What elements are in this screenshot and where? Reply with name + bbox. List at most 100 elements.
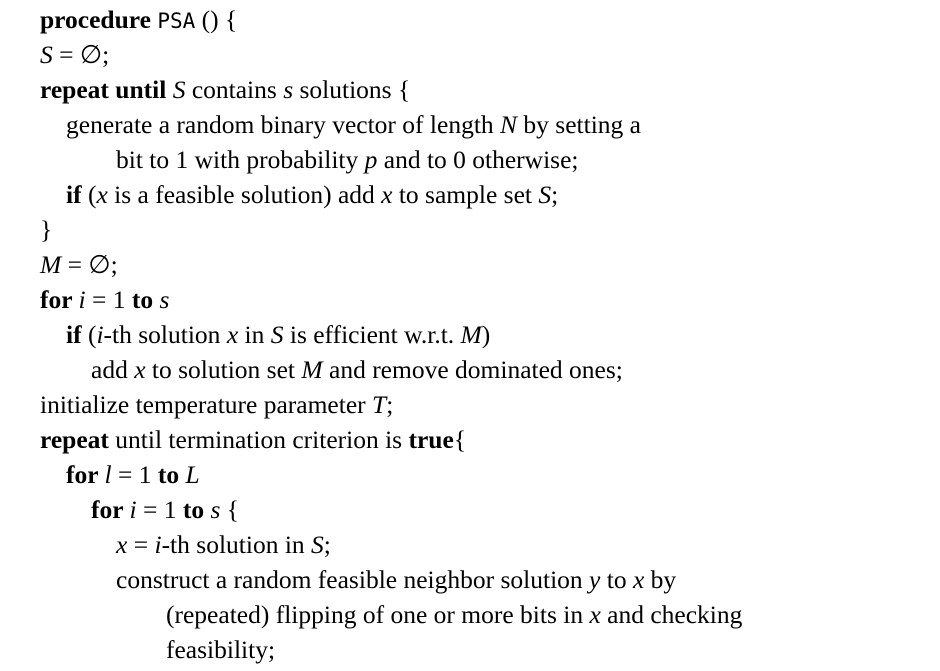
code-text: contains [185,75,284,104]
code-line: repeat until S contains s solutions { [40,73,410,107]
code-line: construct a random feasible neighbor sol… [116,563,676,597]
code-text: -th solution in [161,530,312,559]
code-text: construct a random feasible neighbor sol… [116,565,590,594]
math-variable: S [40,40,53,69]
code-line: for l = 1 to L [66,458,200,492]
code-text: generate a random binary vector of lengt… [66,110,501,139]
math-variable: x [134,355,146,384]
code-text: } [40,215,53,244]
math-variable: S [172,75,186,104]
math-variable: i [154,530,162,559]
code-text: by setting a [517,110,641,139]
math-variable: x [116,530,128,559]
code-text: = [127,530,155,559]
code-text: ) [481,320,491,349]
math-variable: T [372,390,387,419]
code-text: until termination criterion is [108,425,409,454]
math-variable: x [96,180,108,209]
code-text: -th solution [103,320,227,349]
code-line: if (x is a feasible solution) add x to s… [66,178,558,212]
math-variable: p [364,145,378,174]
math-variable: M [460,320,482,349]
code-text: ; [551,180,559,209]
code-text: to sample set [392,180,539,209]
code-line: x = i-th solution in S; [116,528,331,562]
math-variable: s [283,75,294,104]
math-variable: x [381,180,393,209]
code-line: initialize temperature parameter T; [40,388,393,422]
code-text: is a feasible solution) add [107,180,382,209]
keyword: to [157,460,186,489]
code-text: = ∅; [61,250,118,279]
code-line: for i = 1 to s { [91,493,239,527]
math-variable: L [185,460,200,489]
code-text: add [91,355,135,384]
code-text: ( [81,180,97,209]
code-line: feasibility; [166,633,275,667]
math-variable: N [500,110,518,139]
keyword: if [66,180,82,209]
keyword: for [40,285,79,314]
code-text: ; [323,530,331,559]
code-text: feasibility; [166,635,276,664]
pseudocode-listing: procedure PSA () {S = ∅; repeat until S c… [0,0,940,671]
math-variable: y [589,565,601,594]
code-line: } [40,213,52,247]
keyword: repeat until [40,75,173,104]
code-text: { [220,495,240,524]
code-line: for i = 1 to s [40,283,169,317]
math-variable: x [632,565,645,594]
code-text: = 1 [85,285,132,314]
code-text: is efficient w.r.t. [283,320,461,349]
math-variable: i [96,320,104,349]
code-text: by [644,565,677,594]
code-text: (repeated) flipping of one or more bits … [166,600,590,629]
code-text: to [600,565,633,594]
keyword: for [91,495,130,524]
code-line: procedure PSA () { [40,3,237,38]
code-text: and to 0 otherwise; [377,145,579,174]
keyword: to [131,285,160,314]
code-text: = 1 [136,495,183,524]
code-text: () { [195,5,238,34]
code-text: = 1 [111,460,158,489]
math-variable: S [311,530,324,559]
math-variable: x [226,320,239,349]
math-variable: M [301,355,323,384]
keyword: procedure [40,5,158,34]
keyword: to [182,495,211,524]
code-text: and checking [600,600,743,629]
math-variable: S [538,180,552,209]
math-variable: s [159,285,170,314]
code-line: repeat until termination criterion is tr… [40,423,466,457]
keyword: if [66,320,82,349]
code-text: and remove dominated ones; [322,355,623,384]
code-line: if (i-th solution x in S is efficient w.… [66,318,490,352]
code-line: S = ∅; [40,38,109,72]
math-variable: i [78,285,86,314]
code-line: add x to solution set M and remove domin… [91,353,623,387]
math-variable: x [589,600,601,629]
code-text: = ∅; [52,40,110,69]
code-text: ; [386,390,394,419]
math-variable: S [270,320,284,349]
code-line: M = ∅; [40,248,118,282]
code-text: ( [81,320,97,349]
keyword: repeat [40,425,109,454]
math-variable: i [129,495,137,524]
math-variable: M [40,250,62,279]
math-variable: l [104,460,112,489]
code-text: solutions { [293,75,411,104]
code-text: initialize temperature parameter [40,390,373,419]
procedure-name: PSA [157,9,196,33]
math-variable: s [210,495,221,524]
code-text: bit to 1 with probability [116,145,365,174]
code-line: bit to 1 with probability p and to 0 oth… [116,143,579,177]
code-text: { [453,425,467,454]
code-line: generate a random binary vector of lengt… [66,108,641,142]
code-line: (repeated) flipping of one or more bits … [166,598,742,632]
keyword: true [408,425,454,454]
code-text: in [238,320,271,349]
code-text: to solution set [145,355,302,384]
keyword: for [66,460,105,489]
